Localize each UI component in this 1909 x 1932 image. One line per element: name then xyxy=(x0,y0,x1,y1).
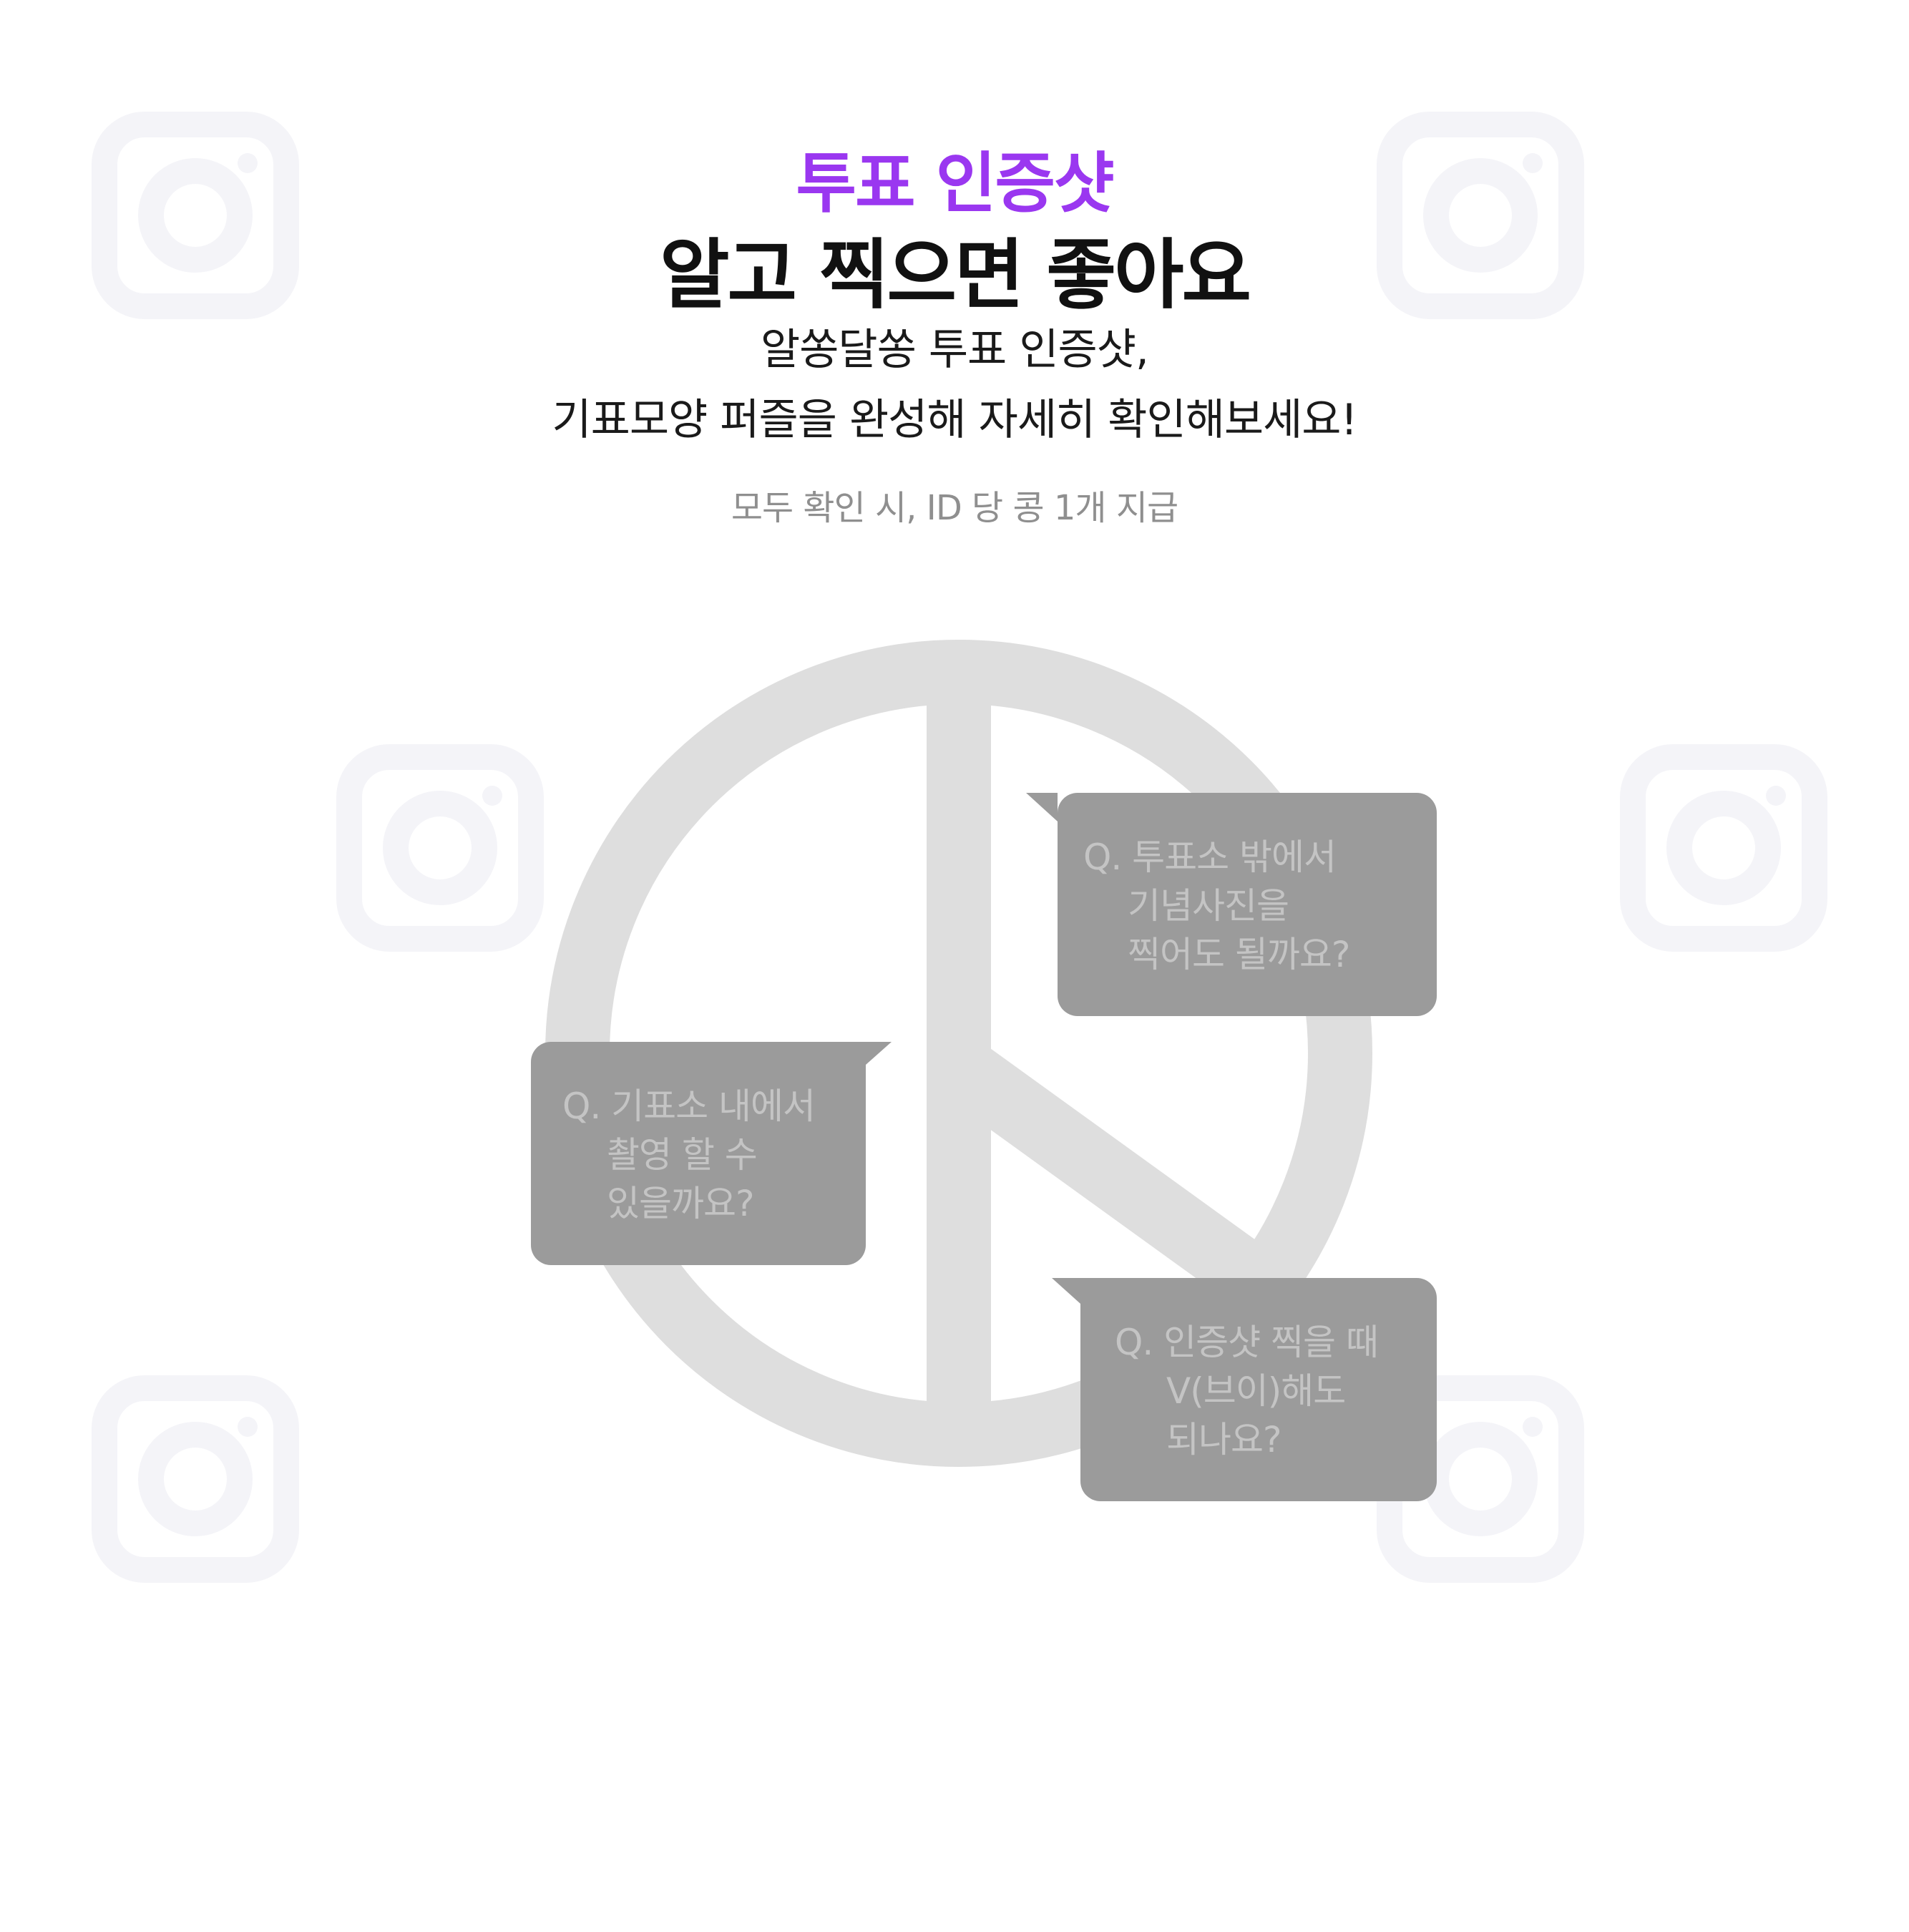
question-text-line: V(브이)해도 xyxy=(1166,1370,1346,1412)
question-bubble-2[interactable]: Q. 기표소 내에서 촬영 할 수 있을까요? xyxy=(531,1042,892,1265)
bubble-tail xyxy=(1026,793,1058,821)
bubble-tail xyxy=(1052,1278,1080,1304)
question-text-line: 인증샷 찍을 때 xyxy=(1163,1322,1379,1363)
question-text-line: 찍어도 될까요? xyxy=(1128,934,1350,975)
question-prefix: Q. xyxy=(562,1085,601,1127)
question-bubble-3[interactable]: Q. 인증샷 찍을 때 V(브이)해도 되나요? xyxy=(1052,1278,1437,1501)
question-text-line: 기표소 내에서 xyxy=(611,1085,816,1127)
question-text-line: 기념사진을 xyxy=(1128,885,1289,927)
question-text-line: 투표소 밖에서 xyxy=(1132,836,1337,878)
question-prefix: Q. xyxy=(1083,836,1122,878)
ballot-stamp-symbol xyxy=(545,640,1372,1467)
question-text-line: 되나요? xyxy=(1166,1419,1282,1460)
question-text-line: 촬영 할 수 xyxy=(607,1134,758,1176)
question-bubble-1[interactable]: Q. 투표소 밖에서 기념사진을 찍어도 될까요? xyxy=(1026,793,1437,1016)
question-prefix: Q. xyxy=(1115,1322,1153,1363)
bubble-tail xyxy=(866,1042,892,1065)
question-text-line: 있을까요? xyxy=(607,1183,755,1224)
